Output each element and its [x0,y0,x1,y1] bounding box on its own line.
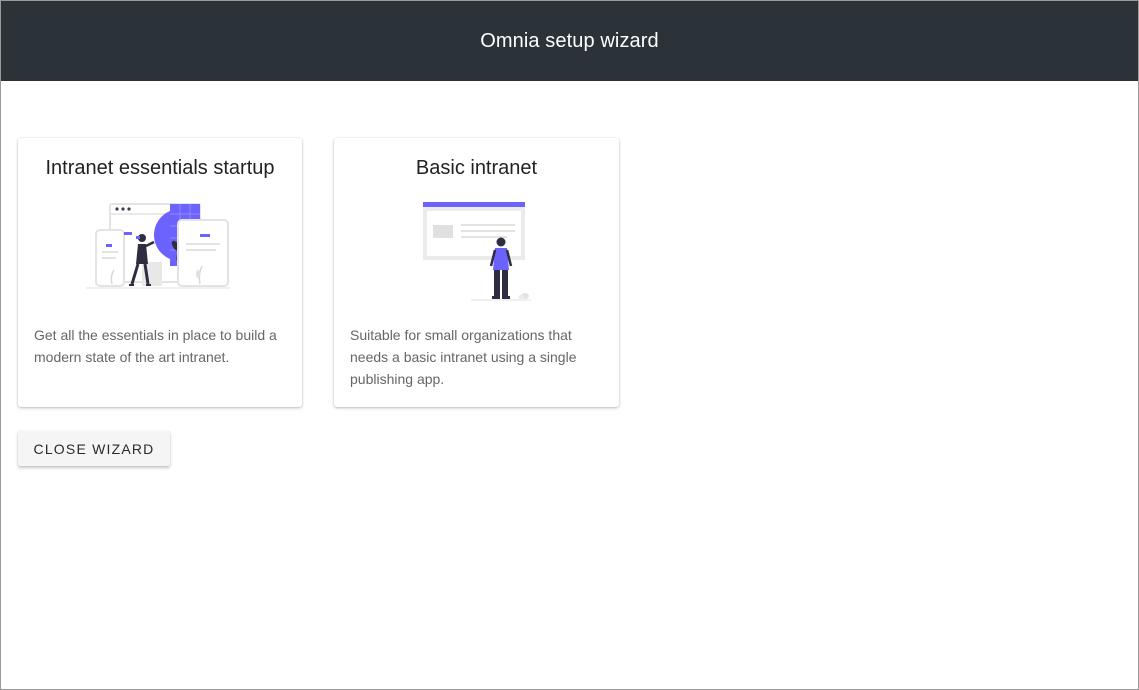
wizard-header: Omnia setup wizard [1,1,1138,81]
wizard-window: Omnia setup wizard Intranet essentials s… [0,0,1139,690]
card-title: Basic intranet [415,157,538,179]
template-card-basic-intranet[interactable]: Basic intranet Suitable for small organi… [334,138,619,407]
wizard-title: Omnia setup wizard [480,29,659,52]
person-with-devices-illustration [18,200,302,304]
card-title: Intranet essentials startup [45,157,275,179]
card-description: Get all the essentials in place to build… [34,327,277,365]
person-at-webpage-illustration [334,200,619,304]
card-description: Suitable for small organizations that ne… [350,327,577,387]
close-wizard-button[interactable]: CLOSE WIZARD [18,431,170,466]
template-card-intranet-essentials[interactable]: Intranet essentials startup Get all the … [18,138,302,407]
